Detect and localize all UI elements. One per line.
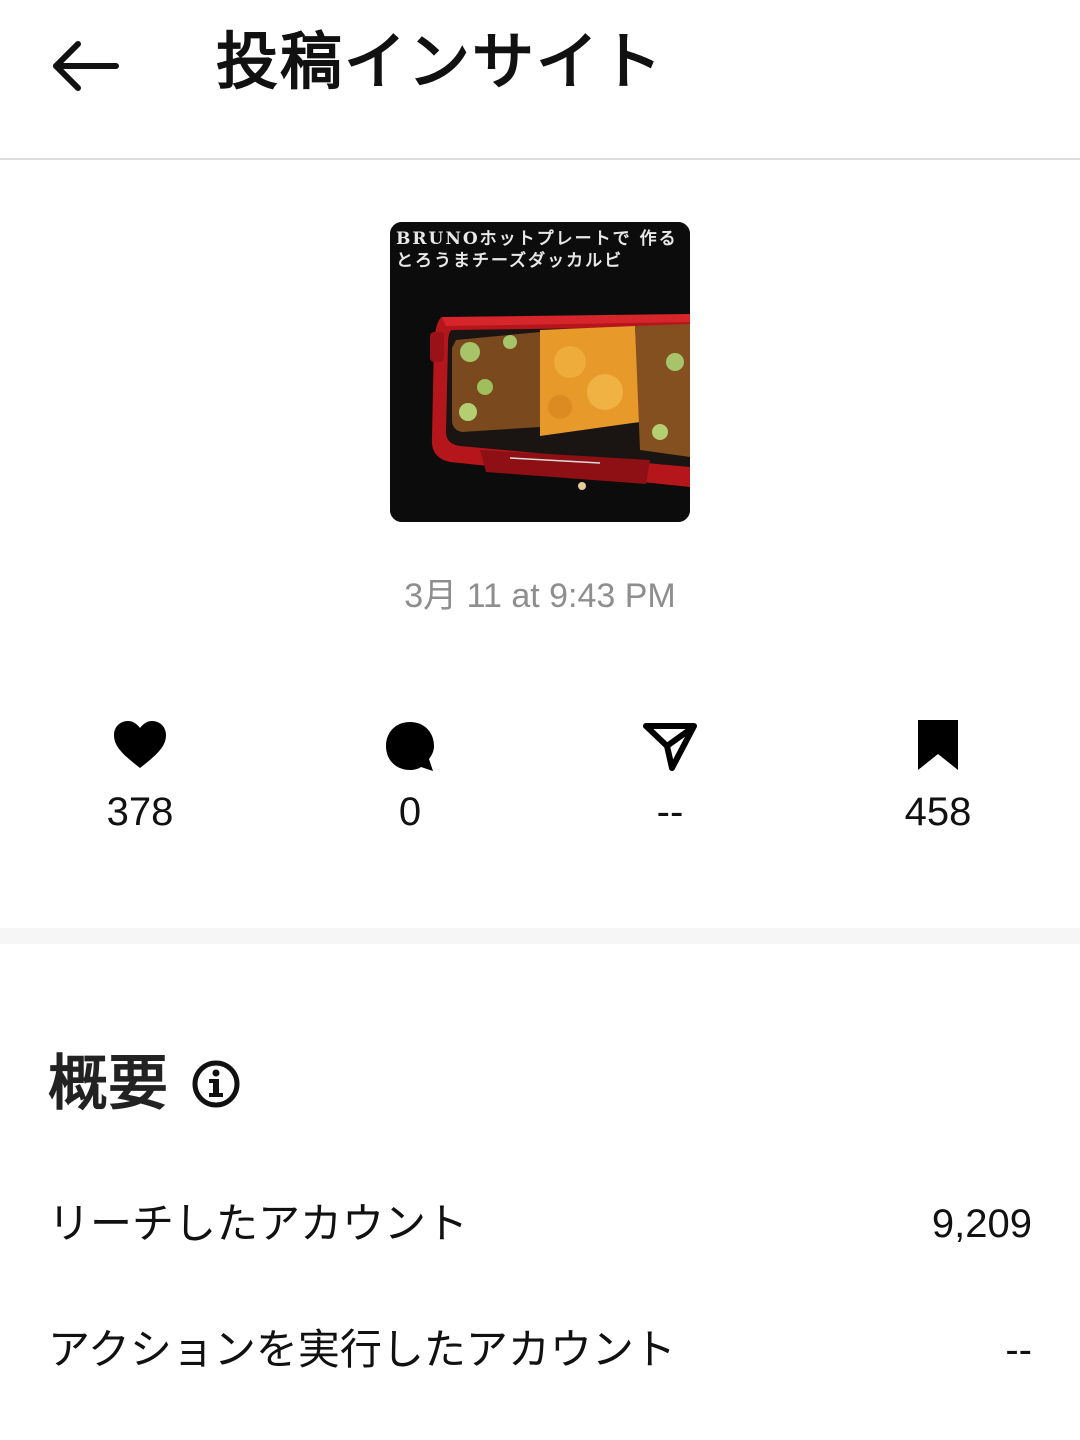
heart-icon xyxy=(114,721,166,768)
post-date: 3月 11 at 9:43 PM xyxy=(404,577,676,615)
metric-value: -- xyxy=(1005,1328,1032,1372)
back-button[interactable] xyxy=(40,28,130,104)
thumbnail-caption-line-2: とろうまチーズダッカルビ xyxy=(396,251,624,271)
shares-count: -- xyxy=(656,790,684,834)
page-title: 投稿インサイト xyxy=(216,25,665,98)
overview-title: 概要 xyxy=(48,1049,168,1119)
saves-stat[interactable]: 458 xyxy=(838,716,1038,846)
metric-value: 9,209 xyxy=(931,1202,1032,1246)
post-thumbnail[interactable]: BRUNOホットプレートで 作る とろうまチーズダッカルビ xyxy=(390,222,690,522)
arrow-left-icon xyxy=(53,41,119,91)
comment-icon xyxy=(386,722,434,771)
metric-row-actions[interactable]: アクションを実行したアカウント -- xyxy=(48,1320,1032,1380)
bookmark-icon xyxy=(918,720,958,770)
comments-stat[interactable]: 0 xyxy=(310,716,510,846)
info-icon xyxy=(192,1060,240,1108)
likes-stat[interactable]: 378 xyxy=(40,716,240,846)
comments-count: 0 xyxy=(398,790,422,834)
shares-stat[interactable]: -- xyxy=(570,716,770,846)
thumbnail-caption: BRUNOホットプレートで 作る とろうまチーズダッカルビ xyxy=(396,228,678,272)
saves-count: 458 xyxy=(904,790,972,834)
top-app-bar: 投稿インサイト xyxy=(0,0,1080,160)
metric-label: リーチしたアカウント xyxy=(48,1199,469,1248)
metric-label: アクションを実行したアカウント xyxy=(48,1325,676,1374)
send-icon xyxy=(643,723,697,771)
info-button[interactable] xyxy=(190,1058,242,1110)
thumbnail-caption-line-1: BRUNOホットプレートで 作る xyxy=(396,229,678,249)
likes-count: 378 xyxy=(106,790,174,834)
metric-row-reach[interactable]: リーチしたアカウント 9,209 xyxy=(48,1194,1032,1254)
section-divider xyxy=(0,928,1080,944)
